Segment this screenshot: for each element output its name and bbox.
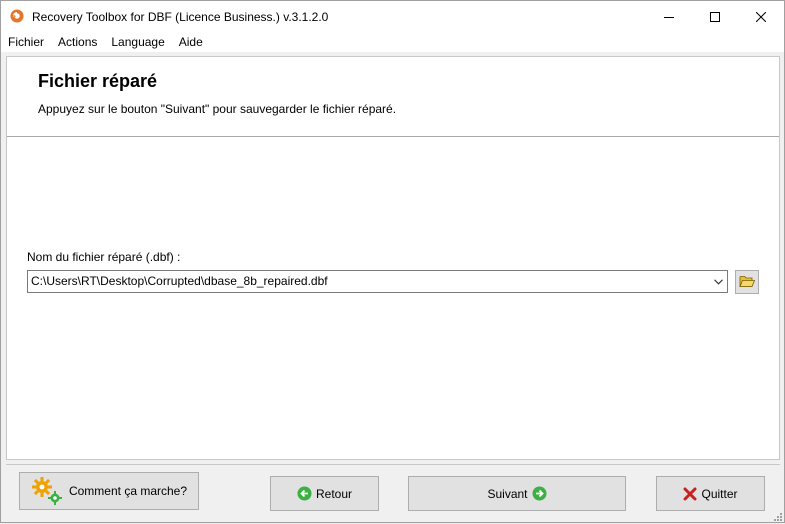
how-it-works-button[interactable]: Comment ça marche? [19, 472, 199, 510]
header-divider [7, 136, 779, 137]
page-title: Fichier réparé [38, 71, 158, 91]
browse-button[interactable] [735, 270, 759, 294]
app-logo-icon [10, 9, 24, 23]
next-label: Suivant [487, 486, 528, 501]
quit-button[interactable]: Quitter [656, 476, 765, 511]
maximize-button[interactable] [692, 1, 738, 32]
minimize-button[interactable] [646, 1, 692, 32]
wizard-panel: Fichier réparé Appuyez sur le bouton "Su… [6, 56, 780, 460]
back-label: Retour [315, 486, 353, 501]
open-folder-icon [739, 274, 756, 291]
back-button[interactable]: Retour [270, 476, 379, 511]
next-button[interactable]: Suivant [408, 476, 626, 511]
resize-grip-icon[interactable] [772, 510, 782, 521]
file-path-value[interactable]: C:\Users\RT\Desktop\Corrupted\dbase_8b_r… [31, 274, 328, 288]
menu-aide[interactable]: Aide [172, 32, 210, 52]
chevron-down-icon[interactable] [711, 274, 725, 290]
menu-actions[interactable]: Actions [51, 32, 104, 52]
arrow-left-circle-icon [297, 486, 312, 501]
app-window: Recovery Toolbox for DBF (Licence Busine… [0, 0, 785, 523]
close-button[interactable] [738, 1, 784, 32]
menu-fichier[interactable]: Fichier [1, 32, 51, 52]
window-title: Recovery Toolbox for DBF (Licence Busine… [32, 10, 329, 24]
quit-label: Quitter [701, 486, 738, 501]
footer-divider [6, 464, 780, 465]
menu-language[interactable]: Language [104, 32, 171, 52]
gears-icon [31, 476, 63, 506]
close-icon [756, 11, 766, 22]
maximize-icon [710, 11, 720, 22]
arrow-right-circle-icon [532, 486, 547, 501]
file-name-label: Nom du fichier réparé (.dbf) : [27, 250, 181, 264]
how-it-works-label: Comment ça marche? [68, 484, 188, 498]
red-x-icon [683, 487, 697, 501]
menu-bar: Fichier Actions Language Aide [1, 32, 784, 52]
minimize-icon [664, 16, 674, 18]
title-bar[interactable]: Recovery Toolbox for DBF (Licence Busine… [1, 1, 784, 32]
file-path-combobox[interactable]: C:\Users\RT\Desktop\Corrupted\dbase_8b_r… [27, 270, 728, 293]
page-subtitle: Appuyez sur le bouton "Suivant" pour sau… [38, 102, 397, 116]
